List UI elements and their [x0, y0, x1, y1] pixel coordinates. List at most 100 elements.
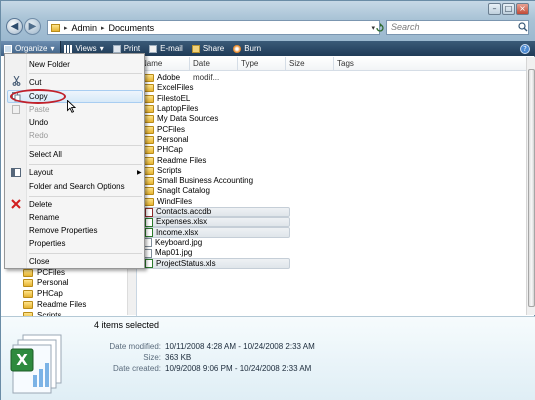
file-name: Contacts.accdb	[156, 207, 212, 217]
scroll-thumb[interactable]	[528, 69, 535, 307]
file-name: ExcelFiles	[157, 83, 194, 93]
minimize-icon[interactable]: –	[488, 3, 501, 15]
column-size[interactable]: Size	[286, 57, 334, 70]
vertical-scrollbar[interactable]	[526, 57, 535, 315]
share-button[interactable]: Share	[189, 41, 230, 56]
detail-value: 10/9/2008 9:06 PM - 10/24/2008 2:33 AM	[165, 364, 312, 373]
email-button[interactable]: E-mail	[146, 41, 189, 56]
list-item[interactable]: LaptopFiles	[144, 104, 290, 114]
chevron-down-icon: ▾	[50, 44, 55, 53]
folder-icon	[144, 135, 154, 144]
list-item[interactable]: Map01.jpg	[144, 248, 290, 258]
list-item[interactable]: SnagIt Catalog	[144, 186, 290, 196]
list-item[interactable]: PHCap	[144, 145, 290, 155]
list-item-selected[interactable]: ProjectStatus.xls	[144, 258, 290, 269]
menu-item-undo[interactable]: Undo	[29, 118, 48, 128]
svg-text:X: X	[16, 351, 28, 369]
menu-separator	[29, 164, 142, 165]
nav-item-label: PHCap	[37, 289, 63, 298]
menu-item-properties[interactable]: Properties	[29, 239, 65, 249]
folder-icon	[144, 197, 154, 206]
file-name: My Data Sources	[157, 114, 219, 124]
list-item[interactable]: Scripts	[144, 166, 290, 176]
column-tags[interactable]: Tags	[334, 57, 382, 70]
list-item[interactable]: Personal	[144, 135, 290, 145]
list-item[interactable]: ExcelFiles	[144, 83, 290, 93]
list-item[interactable]: My Data Sources	[144, 114, 290, 124]
list-item-selected[interactable]: Income.xlsx	[144, 227, 290, 238]
folder-icon	[144, 84, 154, 93]
list-item-selected[interactable]: Expenses.xlsx	[144, 217, 290, 228]
folder-icon	[23, 278, 33, 287]
email-icon	[149, 44, 158, 53]
print-label: Print	[123, 44, 141, 53]
nav-item[interactable]: Personal	[23, 277, 69, 288]
layout-icon	[11, 168, 21, 177]
column-date-modified[interactable]: Date modif...	[190, 57, 238, 82]
excel-stack-icon: X	[9, 331, 67, 395]
title-bar: – □ × ◀ ▶ ▸ Admin ▸ Documents ▾ Search	[1, 1, 535, 41]
burn-icon	[233, 44, 242, 53]
menu-item-rename[interactable]: Rename	[29, 213, 59, 223]
excel-file-icon	[145, 217, 153, 227]
menu-item-new-folder[interactable]: New Folder	[29, 60, 70, 70]
help-icon[interactable]: ?	[520, 43, 530, 54]
file-name: Map01.jpg	[155, 248, 193, 258]
paste-icon	[12, 105, 20, 114]
organize-label: Organize	[15, 44, 48, 53]
list-item[interactable]: Readme Files	[144, 155, 290, 165]
explorer-window: – □ × ◀ ▶ ▸ Admin ▸ Documents ▾ Search O…	[0, 0, 535, 400]
file-name: Income.xlsx	[156, 227, 199, 237]
burn-button[interactable]: Burn	[230, 41, 267, 56]
menu-item-delete[interactable]: Delete	[29, 200, 52, 210]
nav-item[interactable]: PHCap	[23, 288, 63, 299]
search-input[interactable]: Search	[386, 20, 529, 35]
list-item[interactable]: Adobe	[144, 73, 290, 83]
list-item[interactable]: FilestoEL	[144, 94, 290, 104]
breadcrumb-documents[interactable]: Documents	[109, 23, 155, 33]
address-bar[interactable]: ▸ Admin ▸ Documents ▾	[47, 20, 380, 35]
folder-icon	[144, 125, 154, 134]
menu-item-remove-properties[interactable]: Remove Properties	[29, 226, 97, 236]
list-item[interactable]: WindFiles	[144, 197, 290, 207]
folder-icon	[144, 177, 154, 186]
file-name: Expenses.xlsx	[156, 217, 208, 227]
list-item-selected[interactable]: Contacts.accdb	[144, 206, 290, 218]
menu-item-layout[interactable]: Layout	[29, 168, 53, 178]
back-icon[interactable]: ◀	[6, 18, 23, 35]
close-icon[interactable]: ×	[516, 3, 529, 15]
email-label: E-mail	[160, 44, 183, 53]
image-file-icon	[144, 248, 152, 258]
nav-item[interactable]: Readme Files	[23, 299, 86, 310]
list-item[interactable]: Keyboard.jpg	[144, 238, 290, 248]
maximize-icon[interactable]: □	[502, 3, 515, 15]
nav-item-label: Readme Files	[37, 300, 87, 309]
file-name: Readme Files	[157, 155, 207, 165]
refresh-icon[interactable]	[375, 21, 385, 34]
menu-item-select-all[interactable]: Select All	[29, 150, 62, 160]
forward-icon[interactable]: ▶	[24, 18, 41, 35]
menu-item-redo[interactable]: Redo	[29, 131, 48, 141]
column-headers: Name Date modif... Type Size Tags	[138, 57, 526, 82]
column-type[interactable]: Type	[238, 57, 286, 70]
nav-item-label: Personal	[37, 278, 69, 287]
list-item[interactable]: Small Business Accounting	[144, 176, 290, 186]
folder-icon	[23, 268, 33, 277]
folder-icon	[144, 94, 154, 103]
organize-icon	[4, 44, 12, 53]
list-item[interactable]: PCFiles	[144, 124, 290, 134]
menu-item-cut[interactable]: Cut	[29, 78, 41, 88]
selection-summary: 4 items selected	[94, 320, 160, 330]
file-name: LaptopFiles	[157, 104, 199, 114]
column-name[interactable]: Name	[138, 57, 190, 70]
views-label: Views	[75, 44, 97, 53]
menu-item-folder-options[interactable]: Folder and Search Options	[29, 182, 125, 192]
file-name: ProjectStatus.xls	[156, 258, 216, 268]
file-name: PHCap	[157, 145, 183, 155]
breadcrumb-admin[interactable]: Admin	[72, 23, 98, 33]
menu-item-paste[interactable]: Paste	[29, 105, 49, 115]
search-icon[interactable]	[518, 22, 528, 32]
detail-label: Size:	[143, 353, 161, 362]
file-name: PCFiles	[157, 124, 186, 134]
menu-item-close[interactable]: Close	[29, 257, 49, 267]
